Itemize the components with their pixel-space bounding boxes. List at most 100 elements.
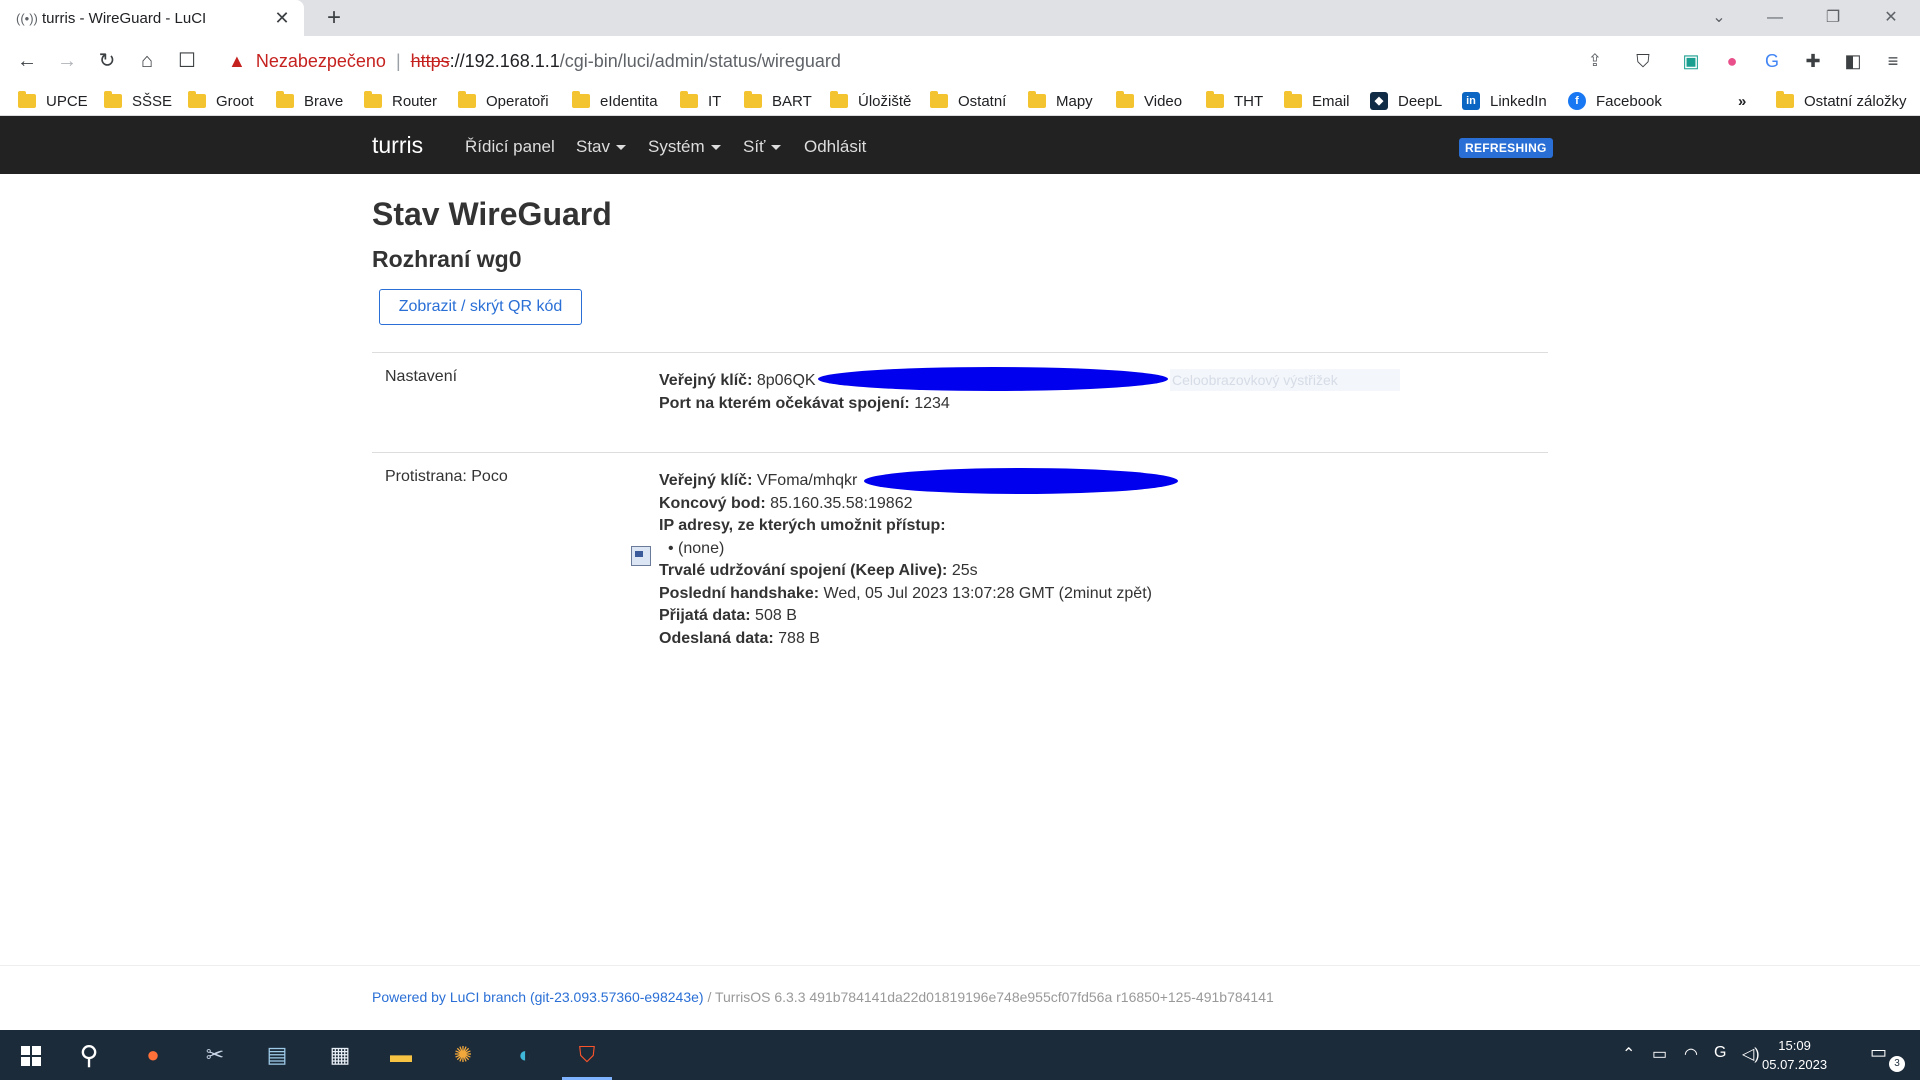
folder-icon — [18, 91, 36, 108]
peer-keepalive: Trvalé udržování spojení (Keep Alive): 2… — [659, 561, 978, 581]
divider — [372, 352, 1548, 353]
peer-public-key: Veřejný klíč: VFoma/mhqkr — [659, 471, 857, 491]
divider: | — [395, 50, 401, 71]
bookmark-folder-brave[interactable]: Brave — [276, 88, 343, 114]
taskbar: ⚲ ● ✂ ▤ ▦ ▬ ✺ ◐ ⛉ ⌃ ▭ ◠ G ◁) 15:09 05.07… — [0, 1030, 1920, 1080]
notification-badge: 3 — [1889, 1056, 1905, 1072]
battery-icon[interactable]: ▭ — [1652, 1044, 1667, 1064]
brand-logo[interactable]: turris — [372, 132, 423, 159]
bookmark-folder-uloziste[interactable]: Úložiště — [830, 88, 911, 114]
back-icon[interactable]: ← — [12, 46, 42, 76]
refreshing-badge[interactable]: REFRESHING — [1459, 138, 1553, 158]
save-extension-icon[interactable]: ▣ — [1676, 46, 1706, 76]
minimize-button[interactable]: — — [1752, 0, 1798, 36]
url-text: https://192.168.1.1/cgi-bin/luci/admin/s… — [411, 51, 841, 72]
bookmark-folder-video[interactable]: Video — [1116, 88, 1182, 114]
page-title: Stav WireGuard — [372, 196, 612, 232]
bookmark-linkedin[interactable]: in LinkedIn — [1462, 88, 1547, 114]
footer-version: / TurrisOS 6.3.3 491b784141da22d01819196… — [703, 989, 1274, 1005]
toggle-qr-button[interactable]: Zobrazit / skrýt QR kód — [379, 289, 582, 325]
extensions-icon[interactable]: ✚ — [1798, 46, 1828, 76]
file-explorer-icon[interactable]: ▬ — [376, 1030, 426, 1080]
weather-app-icon[interactable]: ✺ — [438, 1030, 488, 1080]
menu-status[interactable]: Stav — [576, 137, 627, 157]
search-icon[interactable]: ⚲ — [64, 1030, 114, 1080]
menu-system[interactable]: Systém — [648, 137, 721, 157]
folder-icon — [1028, 91, 1046, 108]
clock-date: 05.07.2023 — [1762, 1057, 1828, 1072]
url-host: ://192.168.1.1 — [449, 50, 560, 71]
menu-icon[interactable]: ≡ — [1878, 46, 1908, 76]
close-window-button[interactable]: ✕ — [1868, 0, 1914, 36]
luci-link[interactable]: Powered by LuCI branch (git-23.093.57360… — [372, 989, 704, 1005]
folder-icon — [1206, 91, 1224, 108]
brave-shields-icon[interactable]: ⛉ — [1628, 46, 1658, 76]
translate-icon[interactable]: G — [1757, 46, 1787, 76]
port-value: 1234 — [914, 395, 950, 412]
bookmark-folder-email[interactable]: Email — [1284, 88, 1350, 114]
facebook-icon: f — [1568, 92, 1586, 110]
tab-search-icon[interactable]: ⌄ — [1696, 0, 1742, 36]
browser-tab[interactable]: ((•)) turris - WireGuard - LuCI ✕ — [0, 0, 304, 36]
field-label: Přijatá data: — [659, 607, 751, 624]
bookmark-icon[interactable]: ☐ — [172, 46, 202, 76]
settings-listen-port: Port na kterém očekávat spojení: 1234 — [659, 394, 950, 414]
bookmark-folder-mapy[interactable]: Mapy — [1028, 88, 1093, 114]
bookmark-folder-groot[interactable]: Groot — [188, 88, 254, 114]
color-extension-icon[interactable]: ● — [1717, 46, 1747, 76]
bookmark-label: Router — [392, 92, 438, 110]
address-bar[interactable]: ▲ Nezabezpečeno | https://192.168.1.1/cg… — [216, 43, 1662, 79]
bookmark-label: Ostatní — [958, 92, 1007, 110]
edge-icon[interactable]: ◐ — [500, 1030, 550, 1080]
bookmark-folder-ostatni[interactable]: Ostatní — [930, 88, 1006, 114]
field-label: Veřejný klíč: — [659, 372, 753, 389]
menu-dashboard[interactable]: Řídicí panel — [465, 137, 555, 157]
bookmark-folder-eidentita[interactable]: eIdentita — [572, 88, 658, 114]
forward-icon[interactable]: → — [52, 46, 82, 76]
interface-title: Rozhraní wg0 — [372, 246, 522, 272]
bookmark-facebook[interactable]: f Facebook — [1568, 88, 1662, 114]
notepad-icon[interactable]: ▤ — [252, 1030, 302, 1080]
notifications-icon[interactable]: ▭ — [1870, 1042, 1887, 1063]
other-bookmarks-folder[interactable]: Ostatní záložky — [1776, 88, 1907, 114]
language-icon[interactable]: G — [1714, 1044, 1726, 1062]
clock-time: 15:09 — [1778, 1038, 1811, 1053]
brave-icon[interactable]: ⛉ — [562, 1030, 612, 1080]
calendar-app-icon[interactable]: ▦ — [315, 1030, 365, 1080]
wifi-icon[interactable]: ◠ — [1684, 1044, 1698, 1064]
bookmark-label: Operatoři — [486, 92, 549, 110]
bookmark-folder-it[interactable]: IT — [680, 88, 721, 114]
windows-logo-icon — [21, 1046, 41, 1067]
chevron-up-icon[interactable]: ⌃ — [1622, 1044, 1635, 1064]
peer-last-handshake: Poslední handshake: Wed, 05 Jul 2023 13:… — [659, 584, 1152, 604]
bookmark-folder-router[interactable]: Router — [364, 88, 437, 114]
share-icon[interactable]: ⇪ — [1588, 51, 1602, 71]
bookmarks-overflow-button[interactable]: » — [1738, 88, 1746, 114]
clock[interactable]: 15:09 05.07.2023 — [1762, 1036, 1827, 1074]
snipping-tool-icon[interactable]: ✂ — [190, 1030, 240, 1080]
bookmark-folder-upce[interactable]: UPCE — [18, 88, 88, 114]
firefox-icon[interactable]: ● — [128, 1030, 178, 1080]
broken-image-icon — [631, 546, 651, 566]
menu-logout[interactable]: Odhlásit — [804, 137, 866, 157]
bookmark-folder-tht[interactable]: THT — [1206, 88, 1263, 114]
bookmark-label: Facebook — [1596, 92, 1662, 110]
home-icon[interactable]: ⌂ — [132, 46, 162, 76]
bookmark-deepl[interactable]: ◆ DeepL — [1370, 88, 1442, 114]
bookmark-folder-operatori[interactable]: Operatoři — [458, 88, 549, 114]
page-footer: Powered by LuCI branch (git-23.093.57360… — [372, 989, 1274, 1005]
bookmark-folder-bart[interactable]: BART — [744, 88, 812, 114]
reload-icon[interactable]: ↻ — [92, 46, 122, 76]
close-tab-icon[interactable]: ✕ — [270, 8, 294, 29]
bookmark-folder-ssse[interactable]: SŠSE — [104, 88, 172, 114]
volume-icon[interactable]: ◁) — [1742, 1044, 1760, 1064]
public-key-value: 8p06QK — [756, 372, 816, 389]
restore-button[interactable]: ❐ — [1810, 0, 1856, 36]
menu-network[interactable]: Síť — [743, 137, 782, 157]
field-label: IP adresy, ze kterých umožnit přístup: — [659, 517, 946, 534]
start-button[interactable] — [6, 1030, 56, 1080]
new-tab-button[interactable]: + — [320, 4, 348, 32]
sidebar-icon[interactable]: ◧ — [1838, 46, 1868, 76]
settings-label: Nastavení — [385, 368, 458, 385]
menu-label: Stav — [576, 137, 611, 156]
